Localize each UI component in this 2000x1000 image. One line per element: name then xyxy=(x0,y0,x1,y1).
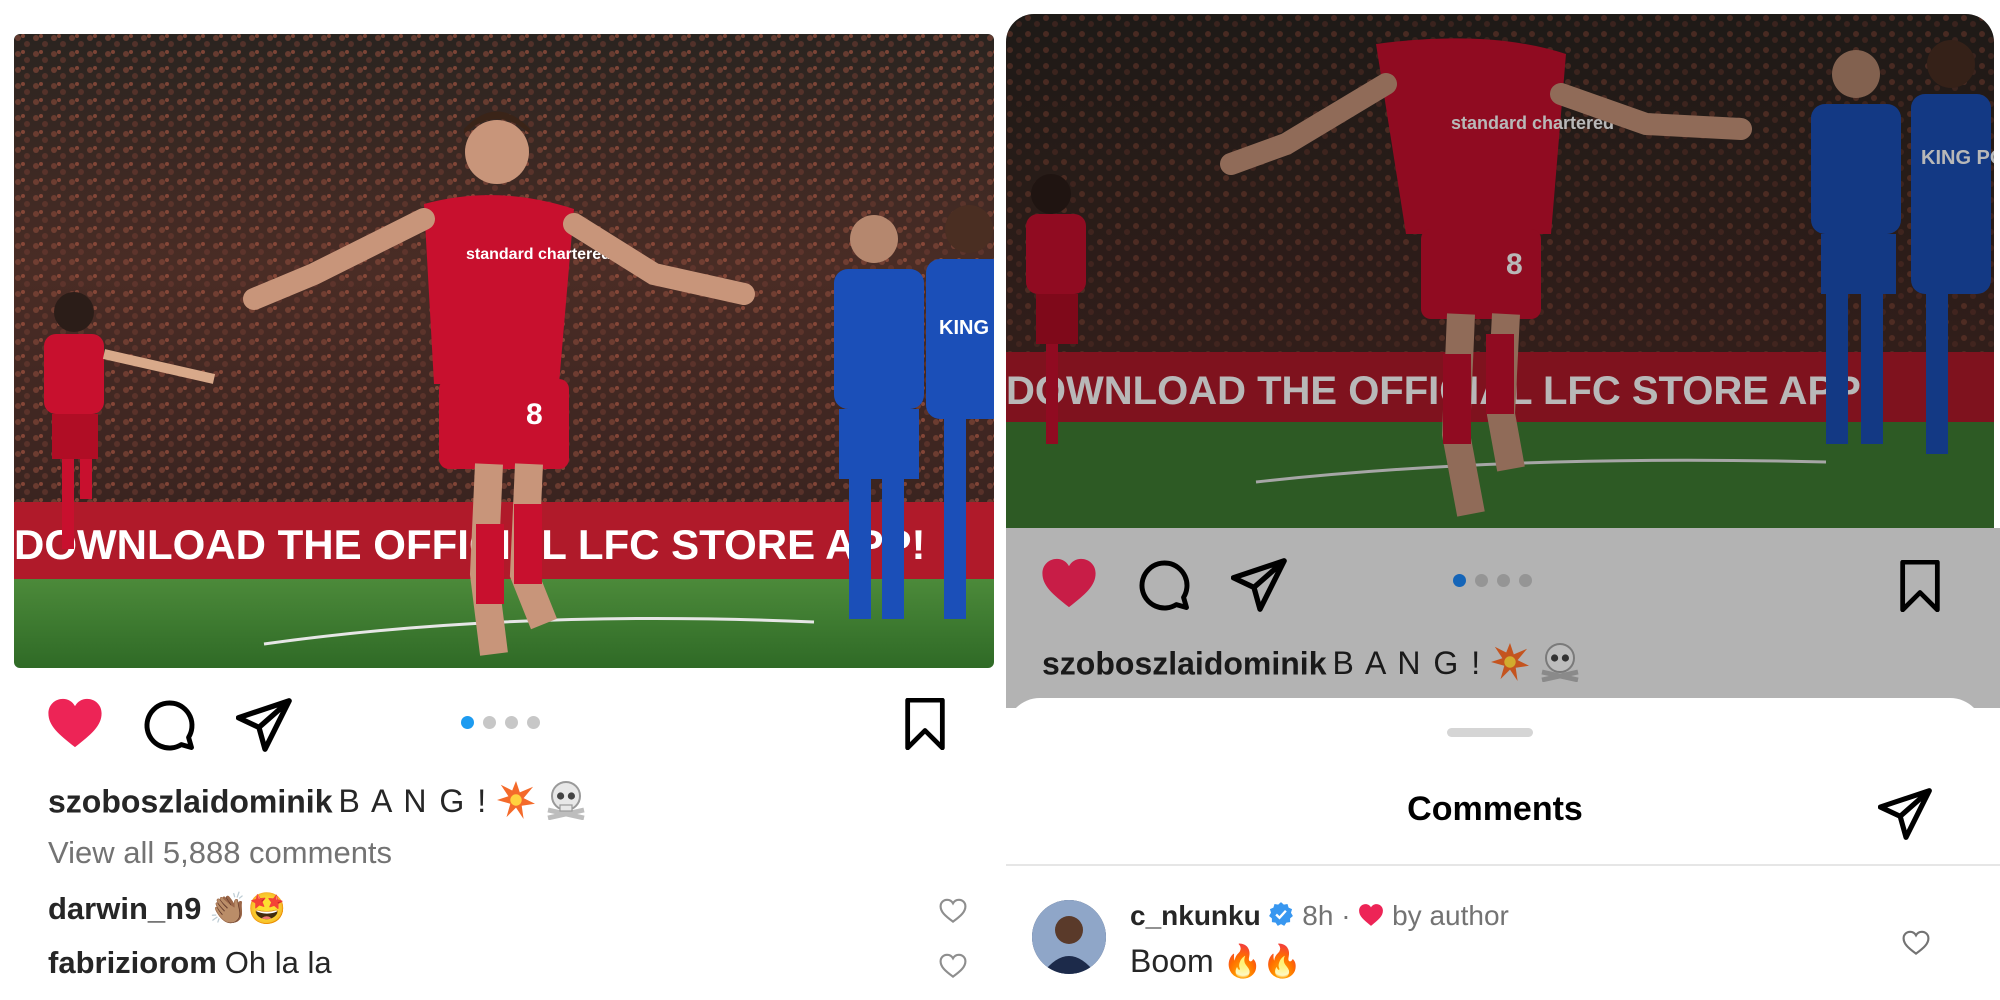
post-photo[interactable]: DOWNLOAD THE OFFICIAL LFC STORE APP! sta… xyxy=(14,34,994,668)
post-caption: szoboszlaidominik B A N G ! xyxy=(1042,642,1582,690)
comment-row: fabriziorom Oh la la xyxy=(48,945,968,981)
bookmark-icon xyxy=(1900,559,1940,613)
carousel-dot xyxy=(527,716,540,729)
carousel-indicator xyxy=(461,716,540,729)
paper-plane-icon xyxy=(1877,788,1932,840)
comment-item: c_nkunku 8h · by author Boom 🔥🔥 xyxy=(1006,866,2000,1000)
heart-outline-icon xyxy=(1902,930,1930,955)
heart-filled-icon xyxy=(48,698,102,748)
comment-text: Boom 🔥🔥 xyxy=(1130,943,1303,979)
dimmed-post-area[interactable]: szoboszlaidominik B A N G ! xyxy=(1006,528,2000,708)
comment-timestamp: 8h xyxy=(1302,900,1334,931)
comment-header: c_nkunku 8h · by author xyxy=(1130,900,1509,934)
carousel-dot xyxy=(1475,574,1488,587)
carousel-dot xyxy=(505,716,518,729)
comment-separator: · xyxy=(1341,900,1351,931)
paper-plane-icon xyxy=(235,698,292,752)
collision-icon xyxy=(1490,643,1529,689)
comment-username[interactable]: fabriziorom xyxy=(48,945,217,980)
carousel-dot-active xyxy=(1453,574,1466,587)
caption-text: B A N G ! xyxy=(338,783,489,820)
sheet-drag-handle[interactable] xyxy=(1447,728,1533,737)
share-button[interactable] xyxy=(235,698,294,757)
comment-button[interactable] xyxy=(142,698,196,757)
collision-icon xyxy=(496,781,535,827)
view-all-comments-link[interactable]: View all 5,888 comments xyxy=(48,835,392,871)
skull-and-crossbones-icon xyxy=(1538,642,1582,690)
liked-by-author-heart-icon xyxy=(1358,902,1384,934)
comment-username[interactable]: c_nkunku xyxy=(1130,900,1261,931)
comment-text: 👏🏽🤩 xyxy=(209,891,287,926)
heart-outline-icon xyxy=(939,898,967,923)
avatar[interactable] xyxy=(1032,900,1106,974)
comment-text: Oh la la xyxy=(224,945,332,980)
football-celebration-image: DOWNLOAD THE OFFICIAL LFC STORE APP! sta… xyxy=(1006,14,1994,528)
carousel-dot xyxy=(1519,574,1532,587)
caption-username[interactable]: szoboszlaidominik xyxy=(1042,645,1326,681)
sheet-share-button[interactable] xyxy=(1877,788,1934,845)
opponent-sponsor-text: KING POWER xyxy=(1921,147,1994,169)
comment-like-button[interactable] xyxy=(1901,930,1931,961)
skull-and-crossbones-icon xyxy=(544,780,588,828)
post-caption: szoboszlaidominik B A N G ! xyxy=(48,780,588,828)
right-post-panel: DOWNLOAD THE OFFICIAL LFC STORE APP! sta… xyxy=(1006,0,2000,1000)
left-post-panel: DOWNLOAD THE OFFICIAL LFC STORE APP! sta… xyxy=(0,0,1000,1000)
comment-bubble-icon xyxy=(144,700,195,751)
post-photo[interactable]: DOWNLOAD THE OFFICIAL LFC STORE APP! sta… xyxy=(1006,14,1994,528)
advertising-banner-text: DOWNLOAD THE OFFICIAL LFC STORE APP! xyxy=(1006,369,1874,413)
comment-button[interactable] xyxy=(1137,558,1191,617)
like-button[interactable] xyxy=(46,696,104,755)
like-button[interactable] xyxy=(1040,556,1098,615)
advertising-banner-text: DOWNLOAD THE OFFICIAL LFC STORE APP! xyxy=(14,521,926,568)
caption-username[interactable]: szoboszlaidominik xyxy=(48,783,332,819)
jersey-sponsor-text: standard chartered xyxy=(1451,113,1614,133)
verified-badge-icon xyxy=(1268,901,1294,934)
comment-bubble-icon xyxy=(1139,560,1190,611)
carousel-dot xyxy=(483,716,496,729)
comments-sheet: Comments c_nkunku 8h · by author Boom 🔥🔥 xyxy=(1006,698,2000,1000)
jersey-sponsor-text: standard chartered xyxy=(466,246,611,263)
carousel-dot xyxy=(1497,574,1510,587)
share-button[interactable] xyxy=(1230,558,1289,617)
heart-filled-icon xyxy=(1042,558,1096,608)
caption-text: B A N G ! xyxy=(1332,645,1483,682)
opponent-sponsor-text: KING POWER xyxy=(939,317,994,339)
comment-row: darwin_n9 👏🏽🤩 xyxy=(48,890,968,927)
liked-by-author-label: by author xyxy=(1392,900,1509,931)
football-celebration-image: DOWNLOAD THE OFFICIAL LFC STORE APP! sta… xyxy=(14,34,994,668)
jersey-number: 8 xyxy=(526,398,543,431)
comment-username[interactable]: darwin_n9 xyxy=(48,891,201,926)
jersey-number: 8 xyxy=(1506,248,1523,281)
save-button[interactable] xyxy=(902,697,948,755)
comment-like-button[interactable] xyxy=(938,896,968,932)
post-action-bar xyxy=(0,690,1000,760)
heart-outline-icon xyxy=(939,953,967,978)
bookmark-icon xyxy=(905,697,945,751)
carousel-dot-active xyxy=(461,716,474,729)
comments-sheet-title: Comments xyxy=(1407,790,1583,828)
paper-plane-icon xyxy=(1230,558,1287,612)
carousel-indicator xyxy=(1453,574,1532,587)
comment-like-button[interactable] xyxy=(938,951,968,987)
save-button[interactable] xyxy=(1897,559,1943,617)
